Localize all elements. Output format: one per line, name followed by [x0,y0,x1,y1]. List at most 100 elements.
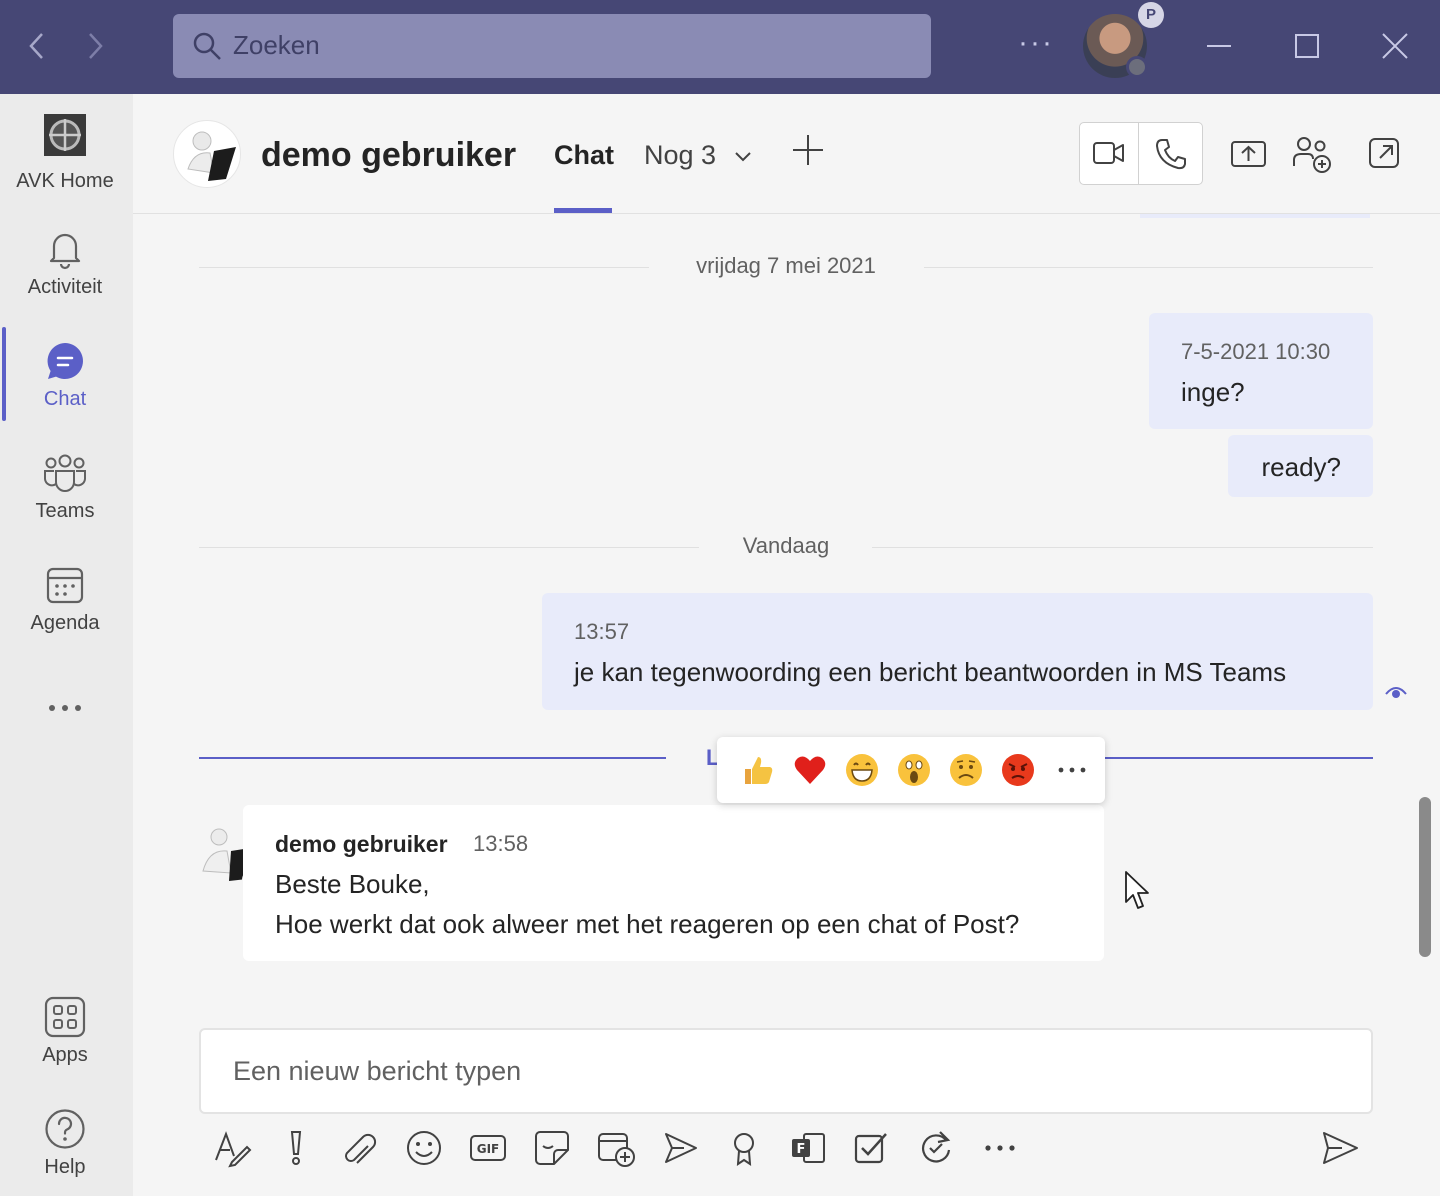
rail-more-icon[interactable] [0,678,130,738]
tasks-icon [854,1133,887,1164]
compose-placeholder: Een nieuw bericht typen [233,1056,522,1086]
date-separator: vrijdag 7 mei 2021 [199,253,1373,283]
audio-call-button[interactable] [1154,137,1188,176]
rail-item-label: Teams [35,500,95,522]
sender-name: demo gebruiker [275,831,448,857]
add-people-icon [1293,137,1331,173]
attach-icon [345,1133,377,1164]
format-icon [215,1131,252,1168]
rail-item-activiteit[interactable]: Activiteit [0,218,130,318]
more-tools-button[interactable] [980,1128,1020,1168]
video-camera-icon [1093,142,1124,164]
laugh-reaction-icon[interactable] [845,753,879,787]
message-compose-box[interactable]: Een nieuw bericht typen [199,1028,1373,1114]
avk-home-logo [44,114,86,156]
plus-icon [793,135,823,165]
pop-out-button[interactable] [1365,134,1405,174]
new-messages-line [1104,757,1373,759]
message-timestamp: 13:58 [473,831,529,856]
heart-reaction-icon[interactable] [793,753,827,787]
like-reaction-icon[interactable] [741,753,775,787]
search-input[interactable]: Zoeken [173,14,931,78]
meet-now-button[interactable] [596,1128,636,1168]
date-separator: Vandaag [199,533,1373,563]
more-reactions-icon[interactable] [1055,753,1089,787]
tab-chat[interactable]: Chat [554,140,614,171]
rail-item-chat[interactable]: Chat [0,330,130,430]
send-icon [1323,1132,1358,1164]
send-button[interactable] [1320,1128,1360,1168]
sticker-button[interactable] [532,1128,572,1168]
forms-icon: F [792,1133,825,1163]
date-label: vrijdag 7 mei 2021 [696,253,876,278]
scrollbar-thumb[interactable] [1419,797,1431,957]
message-bubble[interactable]: demo gebruiker 13:58 Beste Bouke, Hoe we… [243,805,1104,961]
rail-item-teams[interactable]: Teams [0,442,130,542]
rail-item-label: Apps [42,1044,88,1066]
chat-header: demo gebruiker Chat Nog 3 [133,94,1440,214]
tasks-button[interactable] [852,1128,892,1168]
add-tab-button[interactable] [791,132,825,177]
rail-item-label: Activiteit [27,276,103,298]
message-text: ready? [1261,452,1342,482]
close-icon[interactable] [1370,22,1420,72]
tab-more-label: Nog 3 [644,140,717,170]
call-button-group [1079,122,1203,185]
surprised-reaction-icon[interactable] [897,753,931,787]
forms-button[interactable]: F [788,1128,828,1168]
video-call-button[interactable] [1092,137,1126,174]
phone-icon [1156,139,1186,170]
stream-button[interactable] [660,1128,700,1168]
rail-item-agenda[interactable]: Agenda [0,554,130,654]
gif-icon: GIF [470,1135,506,1161]
message-timestamp: 13:57 [574,619,630,644]
format-button[interactable] [212,1128,252,1168]
svg-text:F: F [797,1142,806,1157]
help-icon [45,1109,85,1149]
more-options-icon[interactable]: ··· [1018,26,1054,60]
apps-icon [44,996,86,1038]
share-screen-icon [1231,141,1266,167]
minimize-icon[interactable] [1194,22,1244,72]
attach-button[interactable] [340,1128,380,1168]
tab-more-dropdown[interactable]: Nog 3 [644,140,754,171]
maximize-icon[interactable] [1282,22,1332,72]
forward-arrow-icon[interactable] [80,28,110,64]
praise-button[interactable] [724,1128,764,1168]
pop-out-icon [1369,138,1399,168]
mouse-pointer-icon [1124,870,1152,912]
new-messages-line [199,757,666,759]
message-text: Hoe werkt dat ook alweer met het reagere… [275,909,1020,939]
rail-item-apps[interactable]: Apps [0,986,130,1086]
contact-avatar[interactable] [173,120,241,188]
share-screen-button[interactable] [1229,134,1269,174]
sad-reaction-icon[interactable] [949,753,983,787]
presence-status-icon [1126,56,1148,78]
emoji-button[interactable] [404,1128,444,1168]
rail-item-help[interactable]: Help [0,1098,130,1196]
rail-item-avk-home[interactable]: AVK Home [0,104,130,204]
message-bubble[interactable]: 13:57 je kan tegenwoording een bericht b… [542,593,1373,710]
stream-icon [665,1133,697,1163]
chevron-down-icon [734,152,751,162]
angry-reaction-icon[interactable] [1001,753,1035,787]
back-arrow-icon[interactable] [22,28,52,64]
message-text: inge? [1181,377,1245,407]
meet-now-icon [598,1133,635,1167]
contact-name: demo gebruiker [261,136,517,174]
read-receipt-icon [1384,682,1408,707]
rail-item-label: Help [44,1156,86,1178]
important-button[interactable] [276,1128,316,1168]
gif-button[interactable]: GIF [468,1128,508,1168]
message-text: Beste Bouke, [275,869,430,899]
loop-button[interactable] [916,1128,956,1168]
message-text: je kan tegenwoording een bericht beantwo… [574,657,1287,687]
teams-icon [44,454,86,492]
loop-icon [922,1131,951,1163]
message-bubble[interactable]: 7-5-2021 10:30 inge? [1149,313,1373,429]
reaction-picker [717,737,1105,803]
message-bubble[interactable]: ready? [1228,435,1373,497]
active-tab-indicator [554,208,612,213]
add-people-button[interactable] [1291,134,1331,174]
profile-badge: P [1138,2,1164,28]
